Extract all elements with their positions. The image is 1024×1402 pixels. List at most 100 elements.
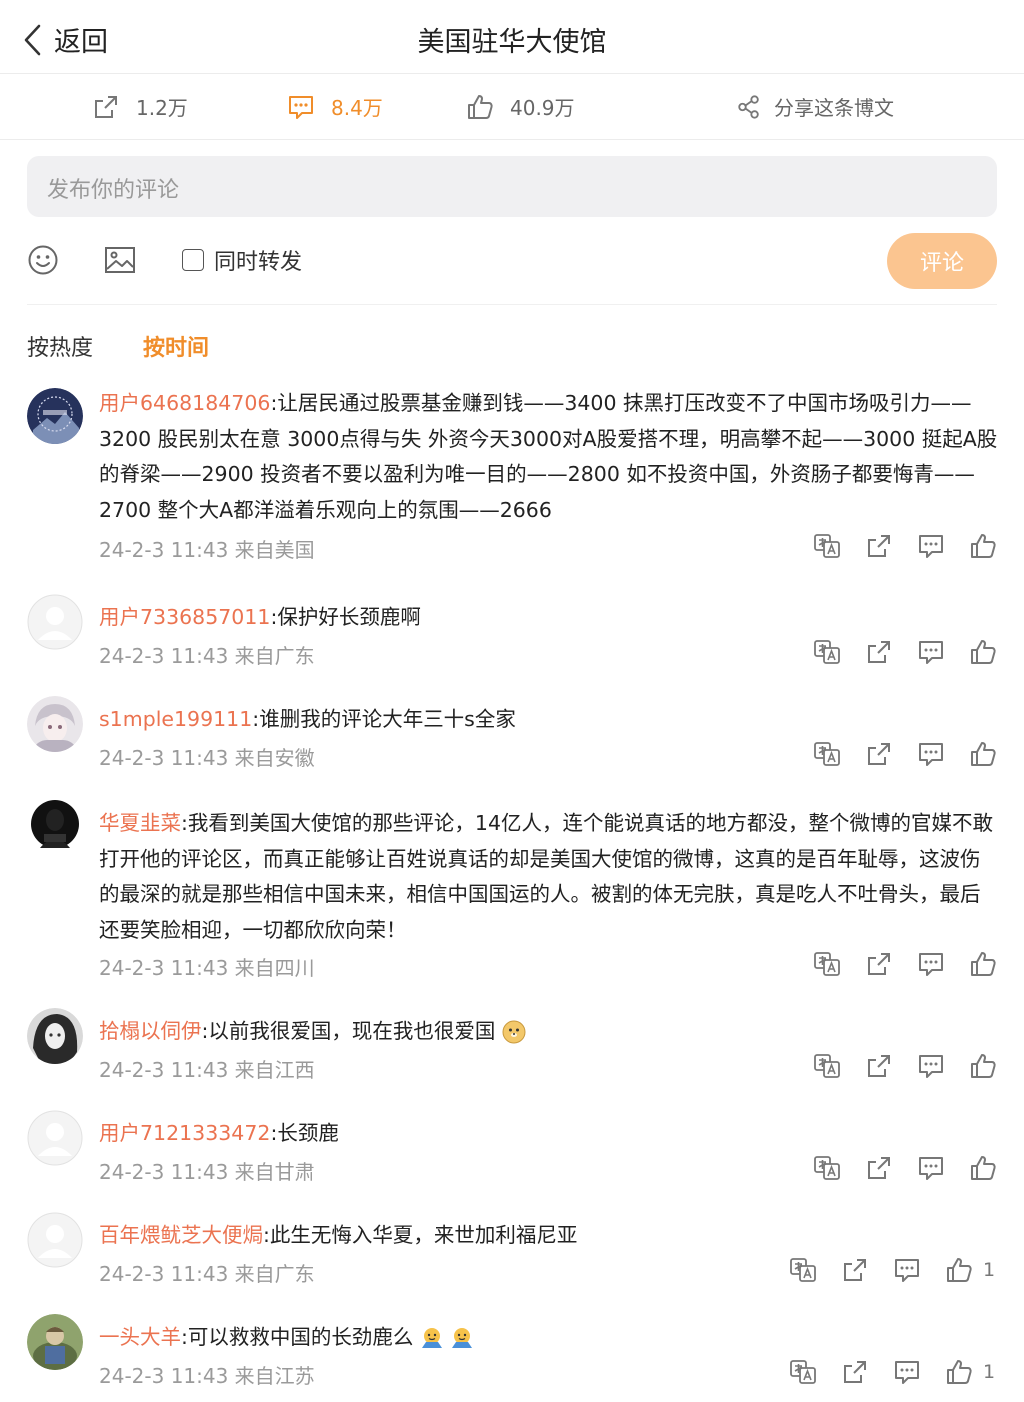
- comment-body: :谁删我的评论大年三十s全家: [252, 707, 516, 731]
- doge-emoji-icon: [502, 1020, 526, 1044]
- translate-icon: [790, 1360, 816, 1384]
- tab-sort-by-hot[interactable]: 按热度: [27, 330, 93, 362]
- comment-username[interactable]: s1mple199111: [99, 707, 252, 731]
- comment-username[interactable]: 一头大羊: [99, 1325, 181, 1349]
- avatar[interactable]: [27, 594, 83, 650]
- thumbs-up-icon: [971, 1054, 996, 1078]
- translate-button[interactable]: [789, 1358, 817, 1386]
- comment-meta: 24-2-3 11:43 来自广东: [99, 1262, 315, 1286]
- repost-button[interactable]: [865, 950, 893, 978]
- reply-button[interactable]: [917, 740, 945, 768]
- reply-button[interactable]: [917, 1052, 945, 1080]
- repost-button[interactable]: [841, 1358, 869, 1386]
- comment-actions: 1: [765, 1256, 997, 1284]
- page-title: 美国驻华大使馆: [417, 27, 607, 58]
- share-button[interactable]: 分享这条博文: [736, 92, 894, 121]
- thumbs-up-icon: [971, 534, 996, 558]
- comment-username[interactable]: 百年煨鱿芝大便焗: [99, 1223, 263, 1247]
- translate-icon: [790, 1258, 816, 1282]
- comment-meta: 24-2-3 11:43 来自四川: [99, 956, 315, 980]
- translate-icon: [814, 1156, 840, 1180]
- repost-icon: [868, 1157, 890, 1179]
- comment-icon: [919, 535, 943, 558]
- tab-sort-by-time[interactable]: 按时间: [143, 330, 209, 362]
- avatar[interactable]: [27, 696, 83, 752]
- repost-button[interactable]: [841, 1256, 869, 1284]
- like-button[interactable]: [969, 950, 997, 978]
- like-button[interactable]: [969, 1052, 997, 1080]
- thumbs-up-icon: [947, 1258, 972, 1282]
- comment-text: 一头大羊:可以救救中国的长劲鹿么: [99, 1320, 999, 1356]
- comment-body: :保护好长颈鹿啊: [270, 605, 421, 629]
- repost-checkbox[interactable]: 同时转发: [182, 244, 302, 276]
- comment-icon: [919, 743, 943, 766]
- comment-icon: [919, 1157, 943, 1180]
- translate-button[interactable]: [789, 1256, 817, 1284]
- submit-comment-button[interactable]: 评论: [887, 233, 997, 289]
- repost-button[interactable]: [865, 638, 893, 666]
- image-button[interactable]: [104, 244, 136, 276]
- translate-button[interactable]: [813, 638, 841, 666]
- like-button[interactable]: [969, 1154, 997, 1182]
- comment-body: :可以救救中国的长劲鹿么: [181, 1325, 414, 1349]
- translate-button[interactable]: [813, 1052, 841, 1080]
- comment-item: 拾榻以伺伊:以前我很爱国，现在我也很爱国 24-2-3 11:43 来自江西: [0, 1004, 1024, 1106]
- comment-actions: 1: [765, 1358, 997, 1386]
- repost-count: 1.2万: [136, 96, 188, 120]
- avatar[interactable]: [27, 1008, 83, 1064]
- comment-item: s1mple199111:谁删我的评论大年三十s全家 24-2-3 11:43 …: [0, 692, 1024, 794]
- translate-icon: [814, 742, 840, 766]
- translate-button[interactable]: [813, 740, 841, 768]
- comment-body: :此生无悔入华夏，来世加利福尼亚: [263, 1223, 578, 1247]
- like-button[interactable]: [969, 532, 997, 560]
- like-button[interactable]: [969, 638, 997, 666]
- repost-checkbox-label: 同时转发: [214, 250, 303, 275]
- like-button[interactable]: [945, 1256, 973, 1284]
- checkbox-box[interactable]: [182, 249, 204, 271]
- avatar[interactable]: [27, 1110, 83, 1166]
- emoji-button[interactable]: [27, 244, 59, 276]
- reply-button[interactable]: [893, 1256, 921, 1284]
- comment-text: s1mple199111:谁删我的评论大年三十s全家: [99, 702, 999, 738]
- comment-item: 百年煨鱿芝大便焗:此生无悔入华夏，来世加利福尼亚 24-2-3 11:43 来自…: [0, 1208, 1024, 1310]
- repost-button[interactable]: [865, 1052, 893, 1080]
- avatar[interactable]: [27, 1314, 83, 1370]
- like-count: 40.9万: [510, 96, 575, 120]
- repost-icon: [868, 535, 890, 557]
- comment-input[interactable]: 发布你的评论: [27, 156, 997, 217]
- like-button[interactable]: [969, 740, 997, 768]
- top-bar: 返回 美国驻华大使馆: [0, 0, 1024, 74]
- comment-actions: [789, 638, 997, 666]
- repost-button[interactable]: [865, 1154, 893, 1182]
- avatar[interactable]: [27, 388, 83, 444]
- avatar[interactable]: [27, 1212, 83, 1268]
- comment-username[interactable]: 用户6468184706: [99, 391, 270, 415]
- comment-username[interactable]: 拾榻以伺伊: [99, 1019, 202, 1043]
- reply-button[interactable]: [917, 532, 945, 560]
- comment-username[interactable]: 华夏韭菜: [99, 811, 181, 835]
- reply-button[interactable]: [917, 1154, 945, 1182]
- comment-username[interactable]: 用户7336857011: [99, 605, 270, 629]
- reply-button[interactable]: [917, 638, 945, 666]
- like-stat[interactable]: 40.9万: [466, 92, 575, 121]
- repost-icon: [844, 1259, 866, 1281]
- reply-button[interactable]: [893, 1358, 921, 1386]
- translate-icon: [814, 640, 840, 664]
- translate-button[interactable]: [813, 1154, 841, 1182]
- repost-button[interactable]: [865, 740, 893, 768]
- comment-username[interactable]: 用户7121333472: [99, 1121, 270, 1145]
- avatar[interactable]: [27, 798, 83, 854]
- translate-icon: [814, 1054, 840, 1078]
- comment-count: 8.4万: [331, 96, 383, 120]
- thumbs-up-icon: [971, 640, 996, 664]
- comment-stat[interactable]: 8.4万: [287, 92, 383, 121]
- repost-stat[interactable]: 1.2万: [92, 92, 188, 121]
- like-button[interactable]: [945, 1358, 973, 1386]
- comment-icon: [919, 953, 943, 976]
- comment-text: 用户6468184706:让居民通过股票基金赚到钱——3400 抹黑打压改变不了…: [99, 386, 999, 528]
- repost-button[interactable]: [865, 532, 893, 560]
- translate-button[interactable]: [813, 532, 841, 560]
- translate-button[interactable]: [813, 950, 841, 978]
- comment-item: 用户6468184706:让居民通过股票基金赚到钱——3400 抹黑打压改变不了…: [0, 384, 1024, 590]
- reply-button[interactable]: [917, 950, 945, 978]
